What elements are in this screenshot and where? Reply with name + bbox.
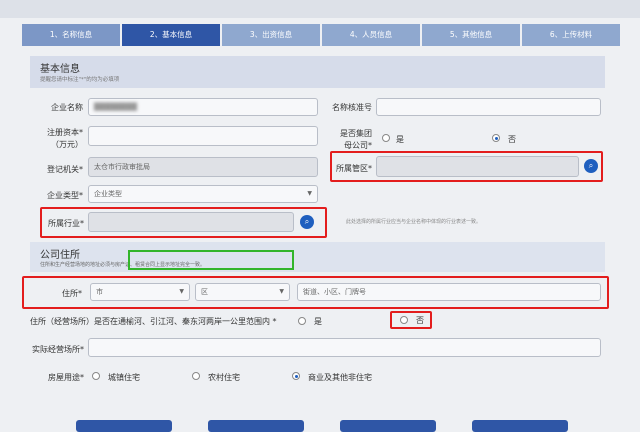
address-street-placeholder: 街道、小区、门牌号 <box>303 288 366 296</box>
address-title: 公司住所 <box>40 250 80 261</box>
group-parent-label-2: 母公司* <box>344 141 372 150</box>
name-approval-field[interactable] <box>376 98 601 116</box>
usage-commercial-radio[interactable] <box>292 372 300 380</box>
address-city-select[interactable]: 市 ▼ <box>90 283 190 301</box>
search-icon: ⌕ <box>588 161 594 170</box>
river-no-label: 否 <box>416 316 424 325</box>
basic-info-title: 基本信息 <box>40 64 80 75</box>
group-no-radio[interactable] <box>492 134 500 142</box>
district-search-button[interactable]: ⌕ <box>584 159 598 173</box>
bottom-button-1[interactable] <box>76 420 172 432</box>
company-type-placeholder: 企业类型 <box>94 190 122 198</box>
group-yes-label: 是 <box>396 135 404 144</box>
business-place-field[interactable] <box>88 338 601 357</box>
reg-capital-field[interactable] <box>88 126 318 146</box>
district-field[interactable] <box>376 156 579 177</box>
river-yes-radio[interactable] <box>298 317 306 325</box>
usage-rural-radio[interactable] <box>192 372 200 380</box>
river-yes-label: 是 <box>314 317 322 326</box>
search-icon: ⌕ <box>304 217 310 226</box>
top-strip <box>0 0 640 18</box>
bottom-button-2[interactable] <box>208 420 304 432</box>
industry-field[interactable] <box>88 212 294 232</box>
group-no-label: 否 <box>508 135 516 144</box>
company-type-select[interactable]: 企业类型 ▼ <box>88 185 318 203</box>
reg-capital-label: 注册资本* <box>47 128 83 137</box>
group-parent-label-1: 是否集团 <box>340 129 372 138</box>
bottom-button-3[interactable] <box>340 420 436 432</box>
industry-label: 所属行业* <box>48 219 84 228</box>
group-yes-radio[interactable] <box>382 134 390 142</box>
basic-info-header <box>30 56 605 88</box>
usage-urban-radio[interactable] <box>92 372 100 380</box>
company-name-value: ████████ <box>94 103 138 111</box>
company-type-label: 企业类型* <box>47 191 83 200</box>
progress-steps: 1、名称信息 2、基本信息 3、出资信息 4、人员信息 5、其他信息 6、上传材… <box>22 24 622 46</box>
chevron-down-icon: ▼ <box>179 288 184 295</box>
address-street-input[interactable]: 街道、小区、门牌号 <box>297 283 601 301</box>
river-no-radio[interactable] <box>400 316 408 324</box>
usage-urban-label: 城镇住宅 <box>108 373 140 382</box>
district-label: 所属管区* <box>336 164 372 173</box>
bottom-button-4[interactable] <box>472 420 568 432</box>
address-district-select[interactable]: 区 ▼ <box>195 283 290 301</box>
step-investment-info[interactable]: 3、出资信息 <box>222 24 320 46</box>
address-city-value: 市 <box>96 288 103 296</box>
industry-hint: 此处选择的所属行业应当与企业名称中体现的行业表述一致。 <box>346 219 482 225</box>
address-note-highlight <box>128 250 294 270</box>
business-place-label: 实际经营场所* <box>32 345 84 354</box>
usage-rural-label: 农村住宅 <box>208 373 240 382</box>
company-name-field[interactable]: ████████ <box>88 98 318 116</box>
company-name-label: 企业名称 <box>51 103 83 112</box>
chevron-down-icon: ▼ <box>307 190 312 197</box>
step-name-info[interactable]: 1、名称信息 <box>22 24 120 46</box>
river-question: 住所（经营场所）是否在通榆河、引江河、秦东河两岸一公里范围内 * <box>30 317 277 326</box>
step-other-info[interactable]: 5、其他信息 <box>422 24 520 46</box>
address-label: 住所* <box>62 289 82 298</box>
step-upload-materials[interactable]: 6、上传材料 <box>522 24 620 46</box>
reg-authority-field[interactable]: 太仓市行政审批局 <box>88 157 318 177</box>
reg-authority-value: 太仓市行政审批局 <box>94 163 150 171</box>
reg-capital-unit: （万元） <box>51 140 83 149</box>
address-district-value: 区 <box>201 288 208 296</box>
industry-search-button[interactable]: ⌕ <box>300 215 314 229</box>
required-hint: 提醒您请中标注"*"的均为必填项 <box>40 77 120 83</box>
chevron-down-icon: ▼ <box>279 288 284 295</box>
step-personnel-info[interactable]: 4、人员信息 <box>322 24 420 46</box>
name-approval-label: 名称核准号 <box>332 103 372 112</box>
usage-commercial-label: 商业及其他非住宅 <box>308 373 372 382</box>
usage-label: 房屋用途* <box>48 373 84 382</box>
reg-authority-label: 登记机关* <box>47 165 83 174</box>
river-no-highlight <box>390 311 432 329</box>
step-basic-info[interactable]: 2、基本信息 <box>122 24 220 46</box>
